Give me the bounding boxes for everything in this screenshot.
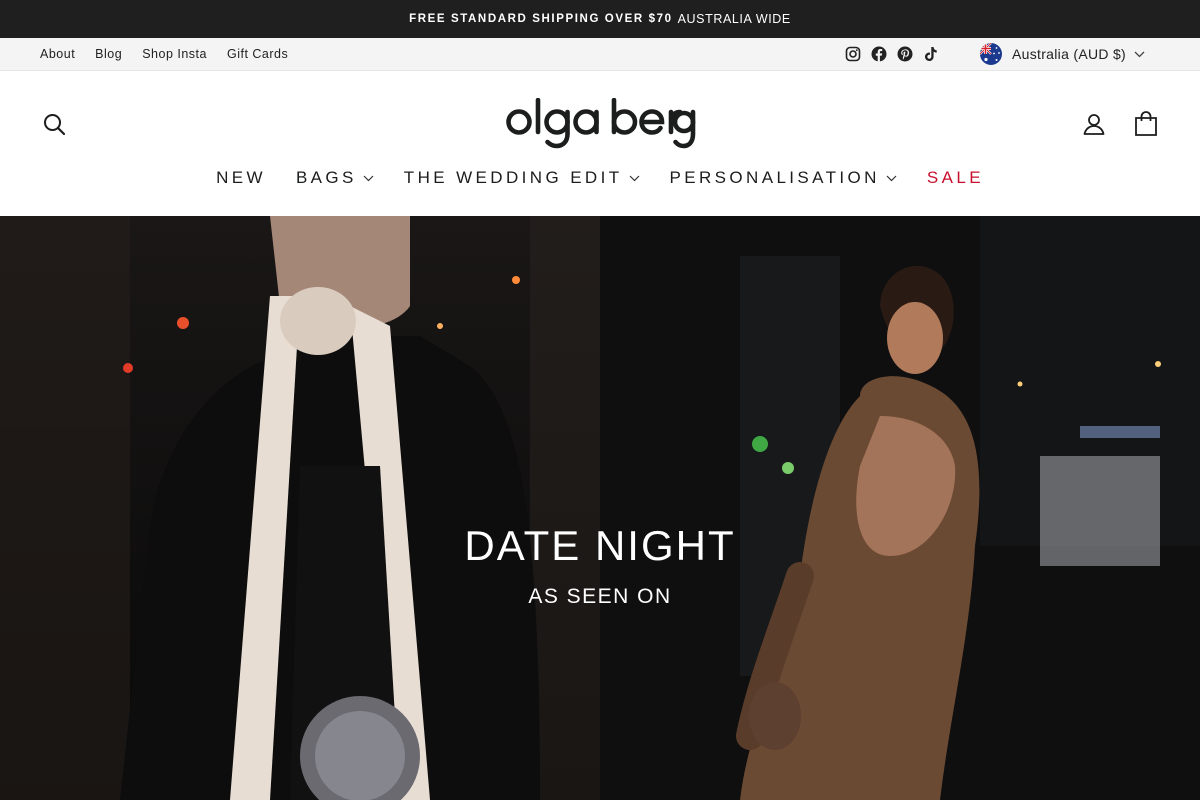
chevron-down-icon xyxy=(363,175,374,181)
brand-logo[interactable] xyxy=(506,97,696,150)
country-label: Australia (AUD $) xyxy=(1012,46,1127,62)
country-selector[interactable]: Australia (AUD $) xyxy=(980,43,1145,65)
search-icon[interactable] xyxy=(42,112,66,136)
nav-personalisation-label: PERSONALISATION xyxy=(669,168,880,187)
facebook-icon[interactable] xyxy=(871,46,887,62)
nav-sale[interactable]: SALE xyxy=(912,168,999,188)
account-icon[interactable] xyxy=(1082,112,1106,136)
nav-wedding-edit-label: THE WEDDING EDIT xyxy=(403,168,623,187)
hero-text: DATE NIGHT AS SEEN ON xyxy=(0,522,1200,610)
main-navigation: NEW BAGS THE WEDDING EDIT PERSONALISATIO… xyxy=(0,166,1200,190)
announcement-bold-text: FREE STANDARD SHIPPING OVER $70 xyxy=(409,13,673,25)
shop-insta-link[interactable]: Shop Insta xyxy=(142,47,207,61)
hero-subtitle: AS SEEN ON xyxy=(528,585,672,608)
chevron-down-icon xyxy=(629,175,639,181)
nav-new-label: NEW xyxy=(216,168,266,187)
chevron-down-icon xyxy=(1134,51,1145,57)
announcement-text: AUSTRALIA WIDE xyxy=(677,12,791,26)
blog-link[interactable]: Blog xyxy=(95,47,122,61)
chevron-down-icon xyxy=(886,175,897,181)
instagram-icon[interactable] xyxy=(845,46,861,62)
hero-photo-scene xyxy=(0,216,1200,800)
nav-wedding-edit[interactable]: THE WEDDING EDIT xyxy=(389,168,655,188)
site-header: NEW BAGS THE WEDDING EDIT PERSONALISATIO… xyxy=(0,71,1200,216)
nav-sale-label: SALE xyxy=(926,168,984,187)
pinterest-icon[interactable] xyxy=(897,46,913,62)
tiktok-icon[interactable] xyxy=(923,46,939,62)
social-links xyxy=(845,43,939,65)
gift-cards-link[interactable]: Gift Cards xyxy=(227,47,288,61)
announcement-bar: FREE STANDARD SHIPPING OVER $70 AUSTRALI… xyxy=(0,0,1200,38)
nav-new[interactable]: NEW xyxy=(201,168,281,188)
hero-title: DATE NIGHT xyxy=(464,522,736,569)
nav-personalisation[interactable]: PERSONALISATION xyxy=(655,168,912,188)
hero-banner[interactable]: DATE NIGHT AS SEEN ON xyxy=(0,216,1200,800)
about-link[interactable]: About xyxy=(40,47,75,61)
utility-bar: About Blog Shop Insta Gift Cards Austral… xyxy=(0,38,1200,71)
cart-icon[interactable] xyxy=(1134,111,1158,136)
nav-bags-label: BAGS xyxy=(295,168,357,187)
utility-links: About Blog Shop Insta Gift Cards xyxy=(40,38,288,70)
nav-bags[interactable]: BAGS xyxy=(281,168,389,188)
australia-flag-icon xyxy=(980,43,1002,65)
